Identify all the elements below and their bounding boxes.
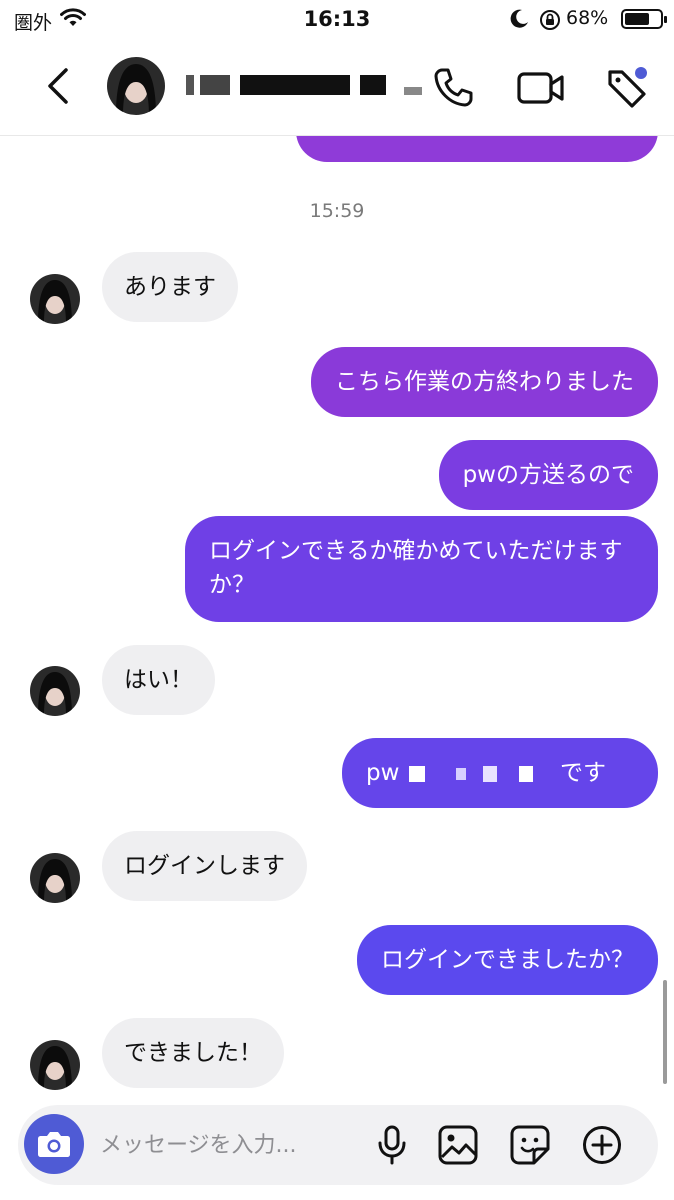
message-text: ログインできるか確かめていただけますか？	[209, 538, 623, 598]
avatar[interactable]	[30, 274, 80, 324]
message-text: あります	[124, 274, 216, 300]
message-text: はい！	[124, 667, 193, 693]
message-text: ログインします	[124, 853, 285, 879]
camera-button[interactable]	[24, 1114, 84, 1174]
message-bubble-sent[interactable]: pwの方送るので	[438, 440, 658, 510]
redacted-block	[483, 765, 498, 782]
chat-header	[0, 40, 674, 136]
header-avatar[interactable]	[107, 57, 165, 115]
message-composer	[18, 1105, 658, 1185]
video-call-button[interactable]	[516, 68, 566, 108]
chat-thread[interactable]: 15:59 あります こちら作業の方終わりました pwの方送るので ログインでき…	[0, 0, 674, 1200]
message-bubble-sent[interactable]: ログインできるか確かめていただけますか？	[185, 516, 658, 622]
message-bubble-received[interactable]: あります	[102, 252, 238, 322]
message-bubble-sent[interactable]: pw です	[342, 738, 658, 808]
message-bubble-sent[interactable]: ログインできましたか？	[357, 925, 658, 995]
redacted-block	[456, 767, 467, 780]
phone-icon	[434, 68, 473, 107]
video-camera-icon	[517, 72, 564, 104]
tag-icon	[608, 67, 647, 108]
gallery-button[interactable]	[436, 1123, 480, 1167]
microphone-icon	[378, 1125, 406, 1165]
message-input[interactable]	[100, 1125, 360, 1165]
image-icon	[438, 1125, 478, 1165]
add-button[interactable]	[580, 1123, 624, 1167]
plus-circle-icon	[583, 1126, 621, 1164]
chevron-left-icon	[48, 68, 68, 104]
tag-button[interactable]	[604, 64, 652, 112]
message-text: pwの方送るので	[462, 462, 634, 488]
message-text: こちら作業の方終わりました	[335, 369, 634, 395]
avatar[interactable]	[30, 666, 80, 716]
sticker-button[interactable]	[508, 1123, 552, 1167]
redacted-block	[518, 765, 533, 782]
call-button[interactable]	[430, 66, 478, 110]
avatar[interactable]	[30, 853, 80, 903]
message-text-suffix: です	[559, 760, 606, 786]
scrollbar[interactable]	[663, 980, 667, 1084]
message-bubble-received[interactable]: ログインします	[102, 831, 307, 901]
avatar[interactable]	[30, 1040, 80, 1090]
message-text: できました！	[124, 1040, 262, 1066]
redacted-block	[408, 765, 425, 782]
voice-message-button[interactable]	[370, 1123, 414, 1167]
camera-icon	[38, 1132, 70, 1157]
timestamp-divider: 15:59	[309, 200, 365, 222]
message-bubble-received[interactable]: できました！	[102, 1018, 284, 1088]
message-bubble-sent[interactable]: こちら作業の方終わりました	[311, 347, 658, 417]
sticker-icon	[510, 1125, 550, 1165]
message-bubble-received[interactable]: はい！	[102, 645, 215, 715]
back-button[interactable]	[38, 64, 78, 108]
message-text: ログインできましたか？	[381, 947, 634, 973]
message-text-prefix: pw	[366, 760, 400, 786]
